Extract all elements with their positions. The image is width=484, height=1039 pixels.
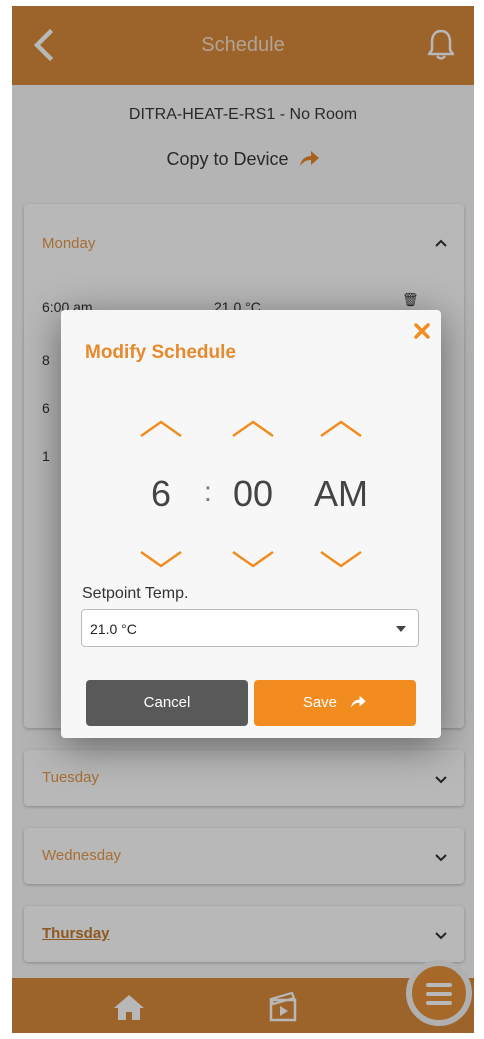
chevron-down-icon[interactable] <box>230 548 276 570</box>
setpoint-value: 21.0 °C <box>90 621 137 637</box>
ampm-value[interactable]: AM <box>309 474 373 514</box>
save-label: Save <box>302 694 338 711</box>
save-button[interactable]: Save <box>254 680 416 726</box>
hour-spinner: 6 <box>131 418 191 570</box>
chevron-down-icon[interactable] <box>318 548 364 570</box>
minute-spinner: 00 <box>223 418 283 570</box>
hour-value[interactable]: 6 <box>131 474 191 514</box>
cancel-button[interactable]: Cancel <box>86 680 248 726</box>
close-icon[interactable] <box>413 322 431 340</box>
chevron-up-icon[interactable] <box>138 418 184 440</box>
chevron-up-icon[interactable] <box>318 418 364 440</box>
setpoint-select[interactable]: 21.0 °C <box>81 609 419 647</box>
dropdown-caret-icon <box>396 626 406 632</box>
setpoint-label: Setpoint Temp. <box>82 585 189 602</box>
app-screen: Schedule DITRA-HEAT-E-RS1 - No Room Copy… <box>12 6 474 1033</box>
modify-schedule-dialog: Modify Schedule 6 : 00 AM Setpoint Temp.… <box>61 310 441 738</box>
share-arrow-icon <box>351 695 366 708</box>
ampm-spinner: AM <box>309 418 373 570</box>
dialog-title: Modify Schedule <box>85 342 236 363</box>
chevron-up-icon[interactable] <box>230 418 276 440</box>
chevron-down-icon[interactable] <box>138 548 184 570</box>
cancel-label: Cancel <box>143 694 191 711</box>
minute-value[interactable]: 00 <box>223 474 283 514</box>
time-separator: : <box>204 476 212 507</box>
